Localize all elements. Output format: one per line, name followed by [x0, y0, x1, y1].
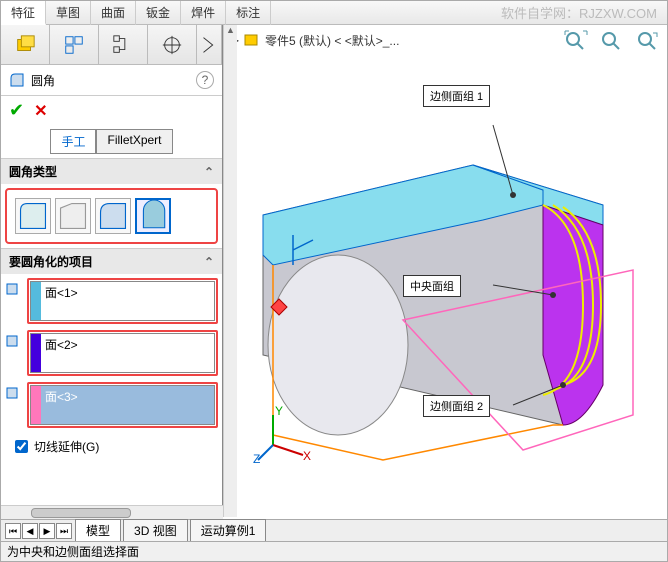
zoom-area-icon[interactable]: [599, 29, 625, 51]
section-items-label: 要圆角化的项目: [9, 253, 93, 270]
panel-header: 圆角 ?: [1, 65, 222, 96]
callout-side2[interactable]: 边侧面组 2: [423, 395, 490, 417]
section-type-label: 圆角类型: [9, 163, 57, 180]
face-selection-list: 面<1> 面<2> 面<3> 切线延伸(G): [1, 274, 222, 463]
callout-center[interactable]: 中央面组: [403, 275, 461, 297]
face-1-label: 面<1>: [41, 282, 214, 320]
view-tools: [563, 29, 661, 51]
fillet-type-group: [5, 188, 218, 244]
face-2-label: 面<2>: [41, 334, 214, 372]
mode-switch: 手工 FilletXpert: [1, 129, 222, 154]
panel-tab-tree[interactable]: [99, 25, 148, 64]
fillet-type-face[interactable]: [95, 198, 131, 234]
fillet-icon: [9, 72, 25, 88]
tangent-label: 切线延伸(G): [34, 438, 99, 455]
cancel-button[interactable]: ✕: [34, 101, 47, 121]
nav-first[interactable]: ⏮: [5, 523, 21, 539]
panel-tab-feature[interactable]: [1, 25, 50, 64]
panel-tab-more[interactable]: [197, 25, 222, 64]
watermark-text: 软件自学网：RJZXW.COM: [501, 3, 657, 22]
nav-next[interactable]: ▶: [39, 523, 55, 539]
tangent-checkbox[interactable]: [15, 440, 28, 453]
panel-tab-strip: [1, 25, 222, 65]
zoom-fit-icon[interactable]: [563, 29, 589, 51]
bottom-tabs: ⏮ ◀ ▶ ⏭ 模型 3D 视图 运动算例1: [1, 519, 667, 541]
nav-prev[interactable]: ◀: [22, 523, 38, 539]
splitter[interactable]: ▲: [223, 25, 237, 517]
ribbon-tabs: 特征 草图 曲面 钣金 焊件 标注 软件自学网：RJZXW.COM: [1, 1, 667, 25]
view-axes: Y X Z: [253, 405, 313, 465]
section-items[interactable]: 要圆角化的项目 ⌃: [1, 249, 222, 274]
tab-nav: ⏮ ◀ ▶ ⏭: [5, 523, 73, 539]
face-3-label: 面<3>: [41, 386, 214, 424]
face-set-3[interactable]: 面<3>: [30, 385, 215, 425]
tab-weld[interactable]: 焊件: [181, 1, 226, 25]
help-button[interactable]: ?: [196, 71, 214, 89]
face-icon: [5, 332, 21, 348]
fillet-type-constant[interactable]: [15, 198, 51, 234]
status-bar: 为中央和边侧面组选择面: [1, 541, 667, 561]
btab-model[interactable]: 模型: [75, 519, 121, 542]
face-set-1[interactable]: 面<1>: [30, 281, 215, 321]
ok-button[interactable]: ✔: [9, 100, 24, 121]
3d-viewport[interactable]: ▸ 零件5 (默认) < <默认>_...: [223, 25, 667, 525]
panel-actions: ✔ ✕: [1, 96, 222, 125]
tab-surface[interactable]: 曲面: [91, 1, 136, 25]
part-icon: [243, 31, 261, 49]
fillet-type-full-round[interactable]: [135, 198, 171, 234]
nav-last[interactable]: ⏭: [56, 523, 72, 539]
breadcrumb[interactable]: ▸ 零件5 (默认) < <默认>_...: [233, 31, 399, 49]
tab-sheetmetal[interactable]: 钣金: [136, 1, 181, 25]
face-icon: [5, 280, 21, 296]
face-set-2[interactable]: 面<2>: [30, 333, 215, 373]
collapse-icon[interactable]: ⌃: [204, 255, 214, 269]
panel-tab-display[interactable]: [50, 25, 99, 64]
face-icon: [5, 384, 21, 400]
svg-text:X: X: [303, 449, 311, 463]
breadcrumb-text: 零件5 (默认) < <默认>_...: [265, 32, 399, 49]
fillet-type-variable[interactable]: [55, 198, 91, 234]
svg-text:Y: Y: [275, 405, 283, 418]
panel-hscroll[interactable]: [1, 505, 223, 519]
panel-title: 圆角: [31, 72, 55, 89]
section-fillet-type[interactable]: 圆角类型 ⌃: [1, 159, 222, 184]
panel-tab-target[interactable]: [148, 25, 197, 64]
tab-sketch[interactable]: 草图: [46, 1, 91, 25]
mode-manual[interactable]: 手工: [50, 129, 96, 154]
property-panel: 圆角 ? ✔ ✕ 手工 FilletXpert 圆角类型 ⌃ 要圆角化: [1, 25, 223, 525]
btab-3dview[interactable]: 3D 视图: [123, 519, 188, 542]
mode-xpert[interactable]: FilletXpert: [96, 129, 172, 154]
tangent-row: 切线延伸(G): [5, 434, 218, 459]
tab-annotate[interactable]: 标注: [226, 1, 271, 25]
callout-side1[interactable]: 边侧面组 1: [423, 85, 490, 107]
svg-text:Z: Z: [253, 452, 260, 465]
zoom-prev-icon[interactable]: [635, 29, 661, 51]
collapse-icon[interactable]: ⌃: [204, 165, 214, 179]
btab-motion[interactable]: 运动算例1: [190, 519, 267, 542]
tab-feature[interactable]: 特征: [1, 1, 46, 25]
